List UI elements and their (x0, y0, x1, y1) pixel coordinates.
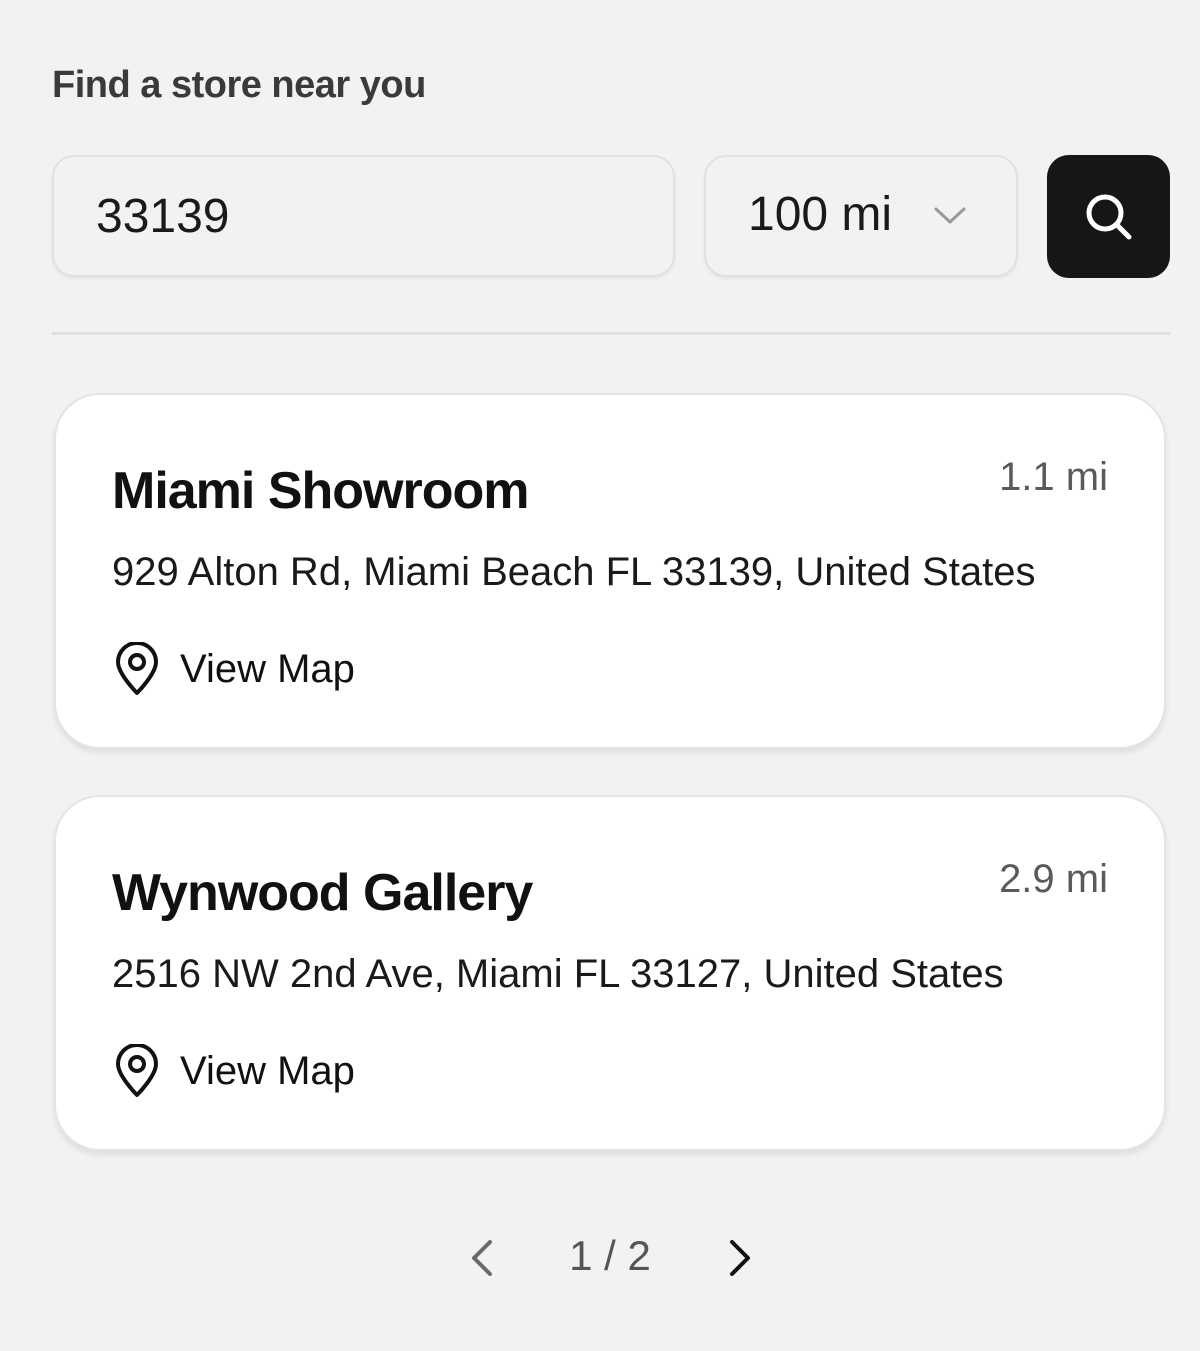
store-card: Miami Showroom 1.1 mi 929 Alton Rd, Miam… (54, 393, 1166, 749)
zip-code-input[interactable] (52, 155, 675, 277)
map-pin-icon (116, 642, 158, 695)
store-locator: Find a store near you 100 mi Miami Showr… (0, 0, 1200, 1351)
search-button[interactable] (1047, 155, 1170, 278)
store-address: 929 Alton Rd, Miami Beach FL 33139, Unit… (112, 550, 1036, 594)
store-address: 2516 NW 2nd Ave, Miami FL 33127, United … (112, 952, 1004, 996)
view-map-link[interactable]: View Map (112, 639, 355, 699)
chevron-down-icon (934, 207, 966, 224)
store-card: Wynwood Gallery 2.9 mi 2516 NW 2nd Ave, … (54, 795, 1166, 1151)
store-distance: 2.9 mi (999, 857, 1108, 901)
page-title: Find a store near you (52, 64, 426, 106)
radius-select[interactable]: 100 mi (704, 155, 1018, 277)
view-map-link[interactable]: View Map (112, 1041, 355, 1101)
chevron-right-icon[interactable] (720, 1236, 760, 1280)
store-name: Miami Showroom (112, 462, 529, 520)
page-indicator: 1 / 2 (569, 1232, 651, 1279)
chevron-left-icon[interactable] (462, 1236, 502, 1280)
pagination: 1 / 2 (0, 1222, 1200, 1292)
search-bar: 100 mi (52, 155, 1170, 278)
search-icon (1086, 194, 1132, 240)
map-pin-icon (116, 1044, 158, 1097)
store-name: Wynwood Gallery (112, 864, 533, 922)
view-map-label: View Map (180, 1048, 355, 1093)
divider (52, 332, 1170, 335)
radius-value: 100 mi (748, 188, 893, 241)
view-map-label: View Map (180, 646, 355, 691)
store-distance: 1.1 mi (999, 455, 1108, 499)
